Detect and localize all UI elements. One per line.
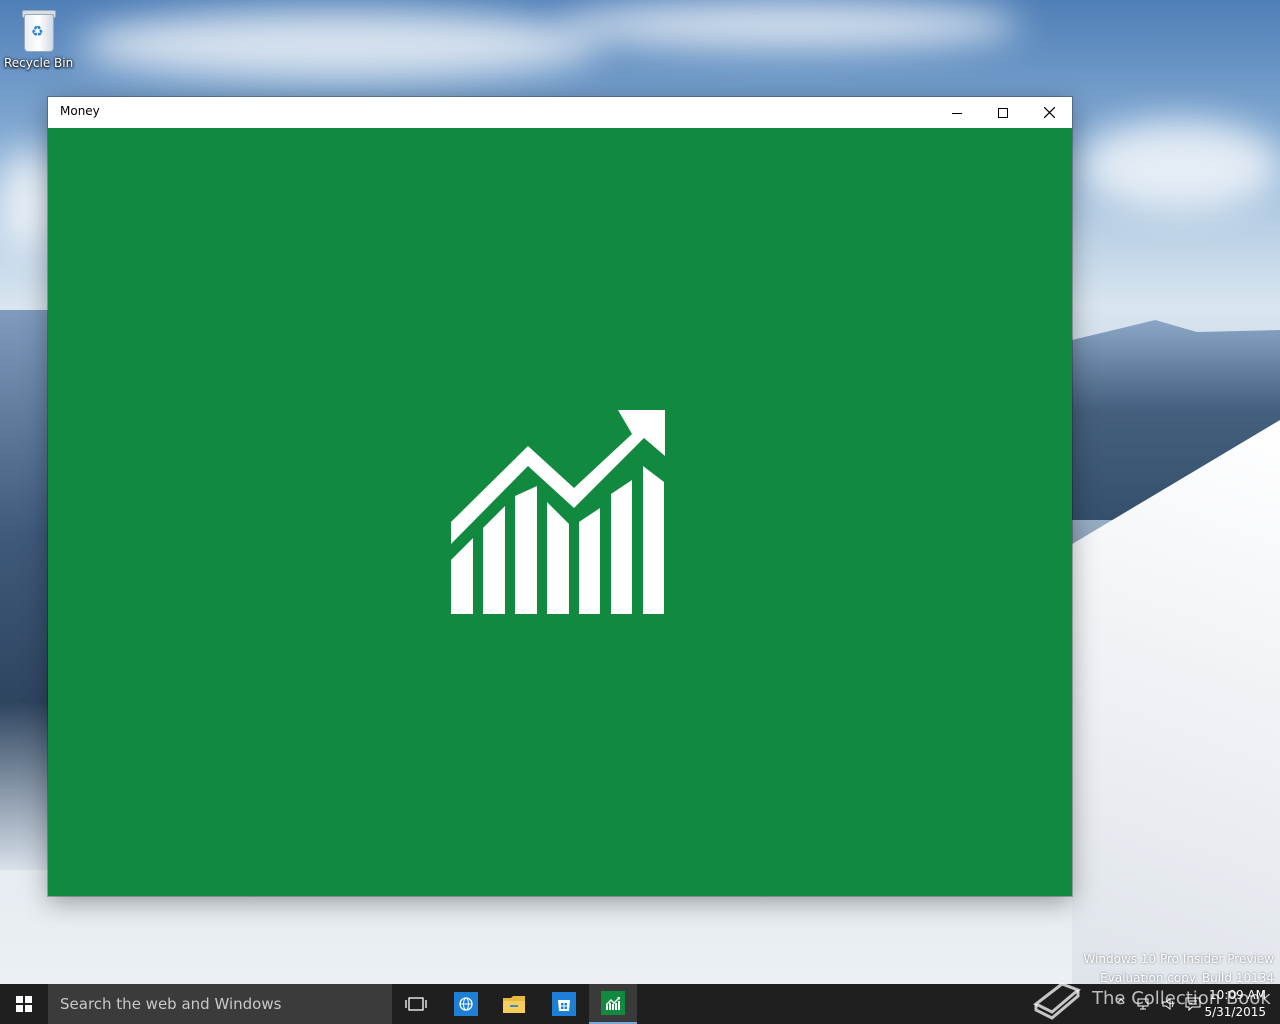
watermark-line1: Windows 10 Pro Insider Preview [1083,952,1274,966]
cloud [80,10,600,80]
task-view-button[interactable] [392,984,440,1024]
start-button[interactable] [0,984,48,1024]
file-explorer-button[interactable] [490,984,538,1024]
search-placeholder: Search the web and Windows [60,995,282,1013]
edge-browser-button[interactable] [442,984,490,1024]
money-app-icon [601,991,625,1015]
recycle-bin-label: Recycle Bin [4,56,74,70]
splash-screen [48,128,1072,896]
search-box[interactable]: Search the web and Windows [48,984,392,1024]
title-bar[interactable]: Money [48,97,1072,128]
maximize-icon [998,107,1008,118]
store-icon [552,992,576,1016]
cloud [1080,120,1280,210]
window-title: Money [60,104,100,118]
task-view-icon [405,997,427,1011]
minimize-button[interactable] [934,97,980,128]
maximize-button[interactable] [980,97,1026,128]
cloud [560,0,1020,50]
desktop: ♻ Recycle Bin Money Windows 10 Pro Insid… [0,0,1280,1024]
money-window: Money [48,97,1072,896]
windows-logo-icon [16,996,32,1012]
close-icon [1043,107,1055,118]
stock-chart-rising-icon [451,410,665,614]
close-button[interactable] [1026,97,1072,128]
collection-book-watermark: The Collection Book [1092,988,1271,1009]
recycle-bin-icon: ♻ [20,8,56,52]
recycle-bin-shortcut[interactable]: ♻ Recycle Bin [4,8,74,70]
store-button[interactable] [540,984,588,1024]
file-explorer-icon [503,996,525,1013]
money-app-button[interactable] [589,984,637,1024]
minimize-icon [952,112,962,114]
edge-browser-icon [454,992,478,1016]
